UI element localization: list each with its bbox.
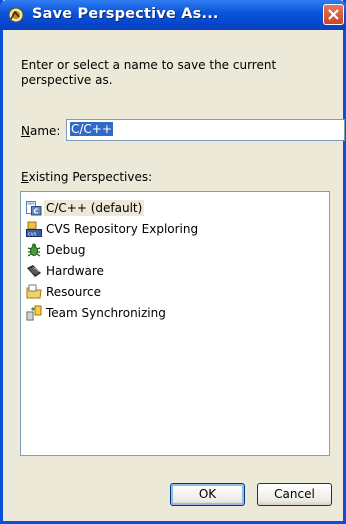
list-item-label: Resource xyxy=(46,284,102,299)
close-button[interactable] xyxy=(323,4,344,25)
ok-button[interactable]: OK xyxy=(170,483,245,506)
save-perspective-dialog: Save Perspective As... Enter or select a… xyxy=(0,0,346,524)
cvs-repository-icon: cvs xyxy=(26,221,42,237)
title-bar[interactable]: Save Perspective As... xyxy=(0,0,346,30)
list-item-debug[interactable]: Debug xyxy=(26,240,87,259)
cpp-perspective-icon: C xyxy=(26,200,42,215)
list-item-team-sync[interactable]: Team Synchronizing xyxy=(26,303,168,322)
eclipse-perspective-icon xyxy=(8,7,24,23)
list-item-label: C/C++ (default) xyxy=(44,199,145,216)
list-item-label: Hardware xyxy=(46,263,104,278)
hardware-icon xyxy=(27,264,41,277)
cancel-button[interactable]: Cancel xyxy=(257,483,332,506)
svg-text:C: C xyxy=(34,207,39,215)
svg-text:cvs: cvs xyxy=(28,231,37,237)
list-item-hardware[interactable]: Hardware xyxy=(26,261,106,280)
list-item-resource[interactable]: Resource xyxy=(26,282,103,301)
list-item-label: CVS Repository Exploring xyxy=(46,221,199,236)
close-icon xyxy=(328,9,339,20)
debug-bug-icon xyxy=(27,243,41,256)
resource-folder-icon xyxy=(26,284,42,298)
existing-perspectives-label: Existing Perspectives: xyxy=(21,170,153,184)
team-sync-icon xyxy=(26,305,42,320)
list-item-label: Team Synchronizing xyxy=(46,305,166,320)
name-input[interactable]: C/C++ xyxy=(66,119,345,141)
perspectives-list[interactable]: C C/C++ (default) cvs CVS Repository Exp… xyxy=(20,191,330,456)
list-item-label: Debug xyxy=(46,242,86,257)
list-item-cvs[interactable]: cvs CVS Repository Exploring xyxy=(26,219,200,238)
window-title: Save Perspective As... xyxy=(32,6,219,22)
name-label: Name: xyxy=(21,124,61,138)
dialog-description: Enter or select a name to save the curre… xyxy=(21,58,277,87)
list-item-cpp[interactable]: C C/C++ (default) xyxy=(26,198,145,217)
name-input-value: C/C++ xyxy=(70,122,113,136)
